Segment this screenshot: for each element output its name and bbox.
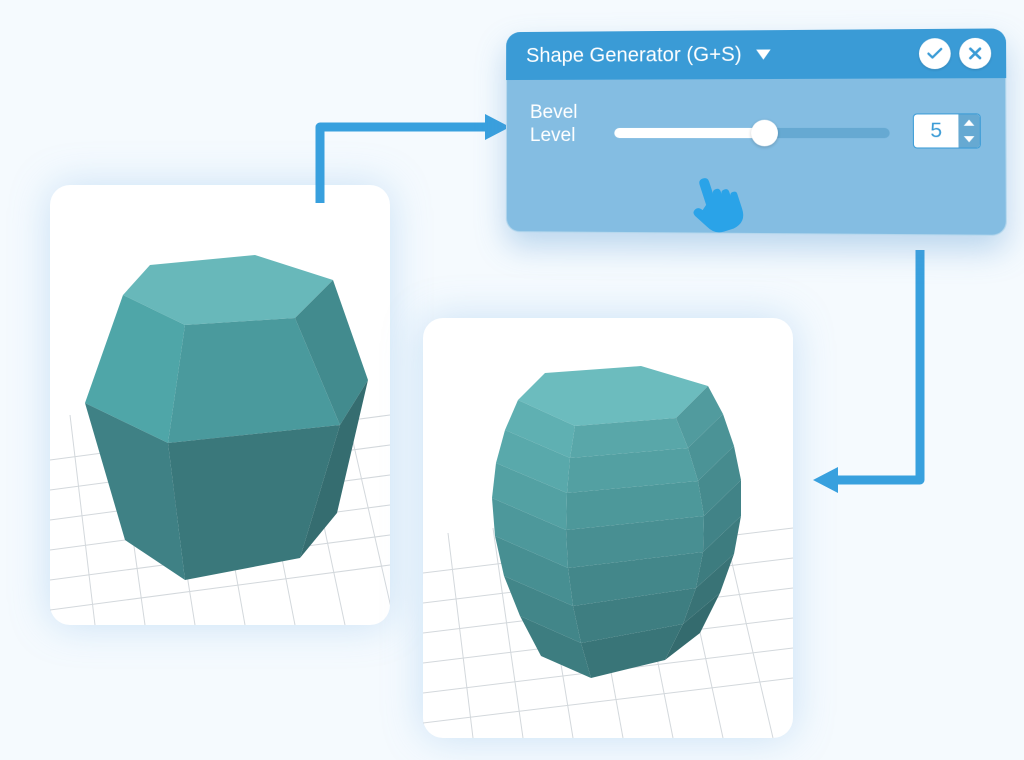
bevel-level-spinner[interactable]: 5 (913, 113, 981, 148)
close-button[interactable] (959, 38, 991, 69)
check-icon (925, 44, 944, 63)
shape-generator-panel: Shape Generator (G+S) Bevel Level 5 (506, 28, 1007, 235)
viewport-before (50, 185, 390, 625)
field-label: Bevel Level (530, 102, 600, 148)
shape-before-render (50, 185, 390, 625)
spinner-value[interactable]: 5 (914, 114, 959, 147)
spinner-up-button[interactable] (958, 114, 979, 131)
slider-thumb[interactable] (751, 120, 778, 147)
pointer-hand-icon (680, 168, 750, 238)
shape-after-render (423, 318, 793, 738)
chevron-up-icon (964, 120, 975, 126)
chevron-down-icon (756, 49, 770, 59)
viewport-after (423, 318, 793, 738)
close-icon (966, 44, 985, 63)
panel-header[interactable]: Shape Generator (G+S) (506, 28, 1006, 80)
bevel-level-slider[interactable] (614, 118, 889, 147)
flow-arrow-2 (810, 250, 940, 520)
chevron-down-icon (964, 136, 975, 142)
panel-title: Shape Generator (G+S) (526, 43, 742, 67)
spinner-down-button[interactable] (958, 131, 979, 148)
slider-fill (614, 128, 764, 138)
confirm-button[interactable] (919, 38, 951, 69)
